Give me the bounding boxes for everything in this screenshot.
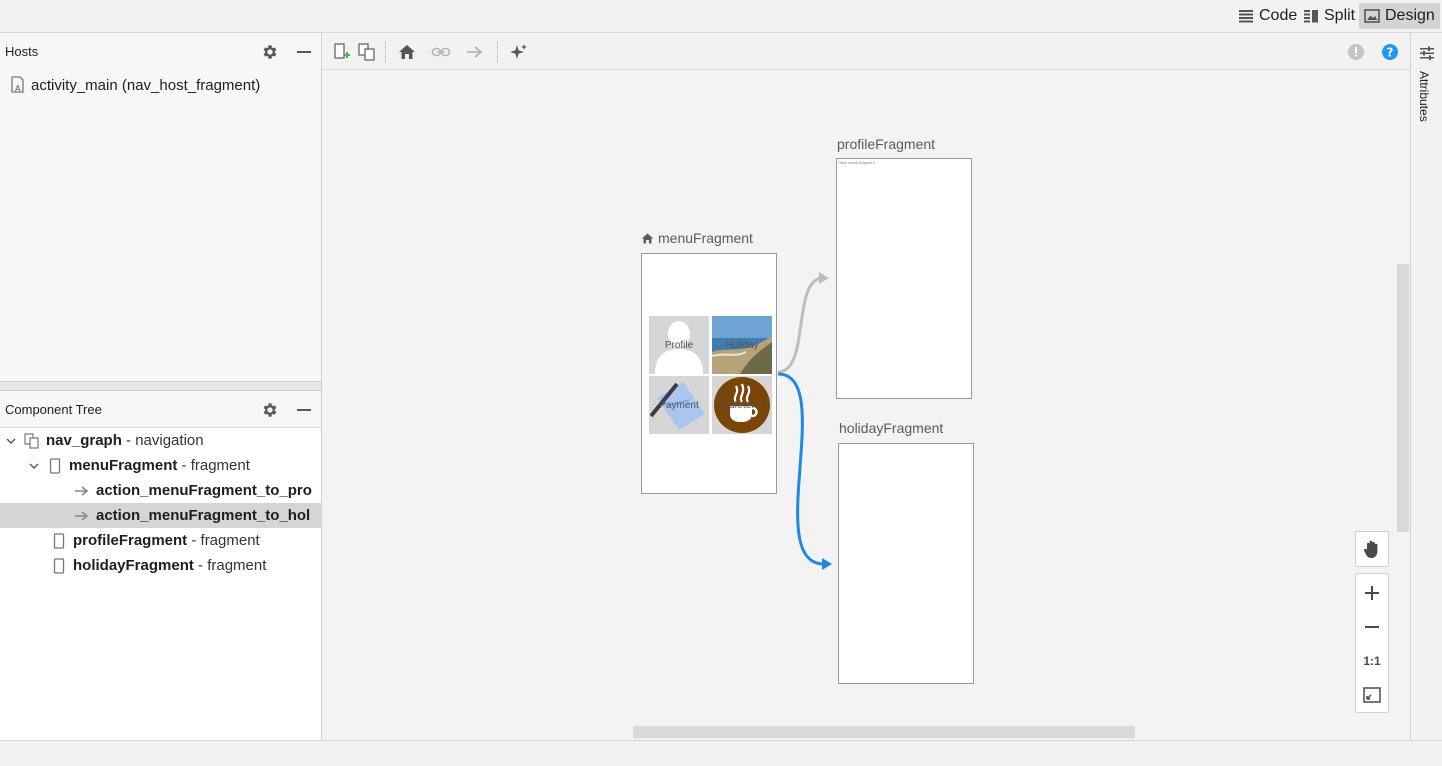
profile-preview-text: Hello blank fragment (838, 160, 875, 165)
holiday-fragment-label: holidayFragment (839, 420, 943, 436)
attributes-tab[interactable]: Attributes (1411, 41, 1442, 131)
component-tree-settings-gear-icon[interactable] (259, 399, 281, 421)
tree-row-profile-fragment[interactable]: profileFragment - fragment (0, 528, 321, 553)
zoom-in-icon[interactable] (1356, 576, 1388, 610)
pan-hand-icon[interactable] (1356, 532, 1388, 566)
navigation-editor-toolbar: ? (322, 33, 1410, 70)
attributes-tab-label: Attributes (1417, 71, 1431, 122)
holiday-fragment-destination[interactable] (838, 443, 974, 684)
zoom-actual-size-label: 1:1 (1363, 654, 1381, 668)
link-icon[interactable] (429, 40, 453, 64)
menu-tile-payment: Payment (649, 376, 709, 434)
split-view-icon (1303, 9, 1319, 23)
editor-mode-bar: Code Split Design (0, 0, 1442, 33)
nested-graph-icon[interactable] (355, 40, 379, 64)
split-mode-label: Split (1324, 7, 1356, 24)
tree-row-holiday-fragment[interactable]: holidayFragment - fragment (0, 553, 321, 578)
host-item[interactable]: A activity_main (nav_host_fragment) (10, 76, 260, 94)
profile-fragment-title: profileFragment (837, 136, 936, 152)
nav-graph-icon (24, 432, 40, 449)
tile-label: Payment (659, 399, 699, 411)
tree-item-name: action_menuFragment_to_pro (96, 482, 312, 499)
left-panel: Hosts A activity_main (nav_host_fragment… (0, 33, 322, 740)
tree-item-kind: - navigation (126, 432, 204, 449)
design-view-icon (1364, 9, 1380, 23)
tree-item-name: profileFragment (73, 532, 188, 549)
host-item-label: activity_main (nav_host_fragment) (31, 76, 261, 94)
status-bar (0, 740, 1442, 766)
action-to-profile-arrow (777, 276, 823, 374)
add-action-arrow-icon[interactable] (463, 40, 487, 64)
auto-arrange-sparkle-icon[interactable] (507, 40, 531, 64)
design-mode-button[interactable]: Design (1359, 3, 1440, 29)
attributes-sliders-icon (1419, 45, 1435, 61)
new-destination-icon[interactable] (330, 40, 354, 64)
navigation-graph-canvas[interactable]: menuFragment Profile Holiday Payment Caf… (322, 70, 1410, 740)
tile-label: Profile (664, 339, 694, 351)
action-to-holiday-arrow (777, 372, 825, 566)
hosts-settings-gear-icon[interactable] (259, 41, 281, 63)
canvas-horizontal-scrollbar[interactable] (633, 726, 1135, 738)
menu-tile-cafeteria: Cafeteria (712, 376, 772, 434)
right-tool-strip: Attributes (1410, 33, 1442, 740)
tree-item-name: nav_graph (46, 432, 122, 449)
layout-file-icon: A (10, 76, 26, 94)
tree-item-name: holidayFragment (73, 557, 194, 574)
menu-fragment-label: menuFragment (641, 230, 753, 246)
svg-text:A: A (15, 84, 21, 93)
canvas-vertical-scrollbar[interactable] (1397, 264, 1409, 532)
menu-fragment-title: menuFragment (658, 230, 753, 246)
design-mode-label: Design (1385, 7, 1435, 24)
tree-item-kind: - fragment (198, 557, 267, 574)
help-icon[interactable]: ? (1378, 40, 1402, 64)
code-mode-button[interactable]: Code (1233, 3, 1302, 29)
zoom-out-icon[interactable] (1356, 610, 1388, 644)
fragment-icon (51, 557, 67, 574)
panel-splitter[interactable] (0, 381, 321, 391)
tile-label: Holiday (725, 339, 759, 351)
tree-item-name: action_menuFragment_to_hol (96, 507, 311, 524)
start-destination-home-icon (641, 232, 654, 245)
tree-item-kind: - fragment (191, 532, 260, 549)
profile-fragment-destination[interactable]: Hello blank fragment (836, 158, 972, 399)
tree-item-name: menuFragment (69, 457, 178, 474)
menu-tile-profile: Profile (649, 316, 709, 374)
tree-row-menu-fragment[interactable]: menuFragment - fragment (0, 453, 321, 478)
tree-row-action-to-holiday[interactable]: action_menuFragment_to_hol (0, 503, 321, 528)
chevron-down-icon[interactable] (27, 460, 41, 472)
pan-tool-group (1355, 531, 1389, 567)
tree-item-kind: - fragment (181, 457, 250, 474)
toolbar-separator (497, 41, 498, 63)
action-to-profile-arrowhead (819, 272, 829, 284)
warning-icon[interactable] (1344, 40, 1368, 64)
zoom-to-fit-icon[interactable] (1356, 678, 1388, 712)
hosts-minimize-icon[interactable] (293, 41, 315, 63)
hosts-list: A activity_main (nav_host_fragment) (0, 70, 321, 381)
action-arrow-icon (74, 510, 90, 522)
action-to-holiday-arrowhead (822, 558, 832, 570)
zoom-controls: 1:1 (1355, 573, 1389, 713)
code-view-icon (1238, 9, 1254, 23)
zoom-actual-size-button[interactable]: 1:1 (1356, 644, 1388, 678)
holiday-fragment-title: holidayFragment (839, 420, 944, 436)
component-tree-minimize-icon[interactable] (293, 399, 315, 421)
toolbar-separator (385, 41, 386, 63)
tree-row-nav-graph[interactable]: nav_graph - navigation (0, 428, 321, 453)
tree-row-action-to-profile[interactable]: action_menuFragment_to_pro (0, 478, 321, 503)
svg-text:?: ? (1387, 46, 1394, 60)
menu-tile-holiday: Holiday (712, 316, 772, 374)
component-tree: nav_graph - navigation menuFragment - fr… (0, 428, 321, 740)
code-mode-label: Code (1259, 7, 1298, 24)
profile-fragment-label: profileFragment (837, 136, 935, 152)
action-arrow-icon (74, 485, 90, 497)
tile-label: Cafeteria (721, 399, 763, 411)
split-mode-button[interactable]: Split (1298, 3, 1360, 29)
fragment-icon (51, 532, 67, 549)
menu-fragment-destination[interactable]: Profile Holiday Payment Cafeteria (641, 253, 777, 494)
fragment-icon (47, 457, 63, 474)
chevron-down-icon[interactable] (4, 435, 18, 447)
home-icon[interactable] (395, 40, 419, 64)
